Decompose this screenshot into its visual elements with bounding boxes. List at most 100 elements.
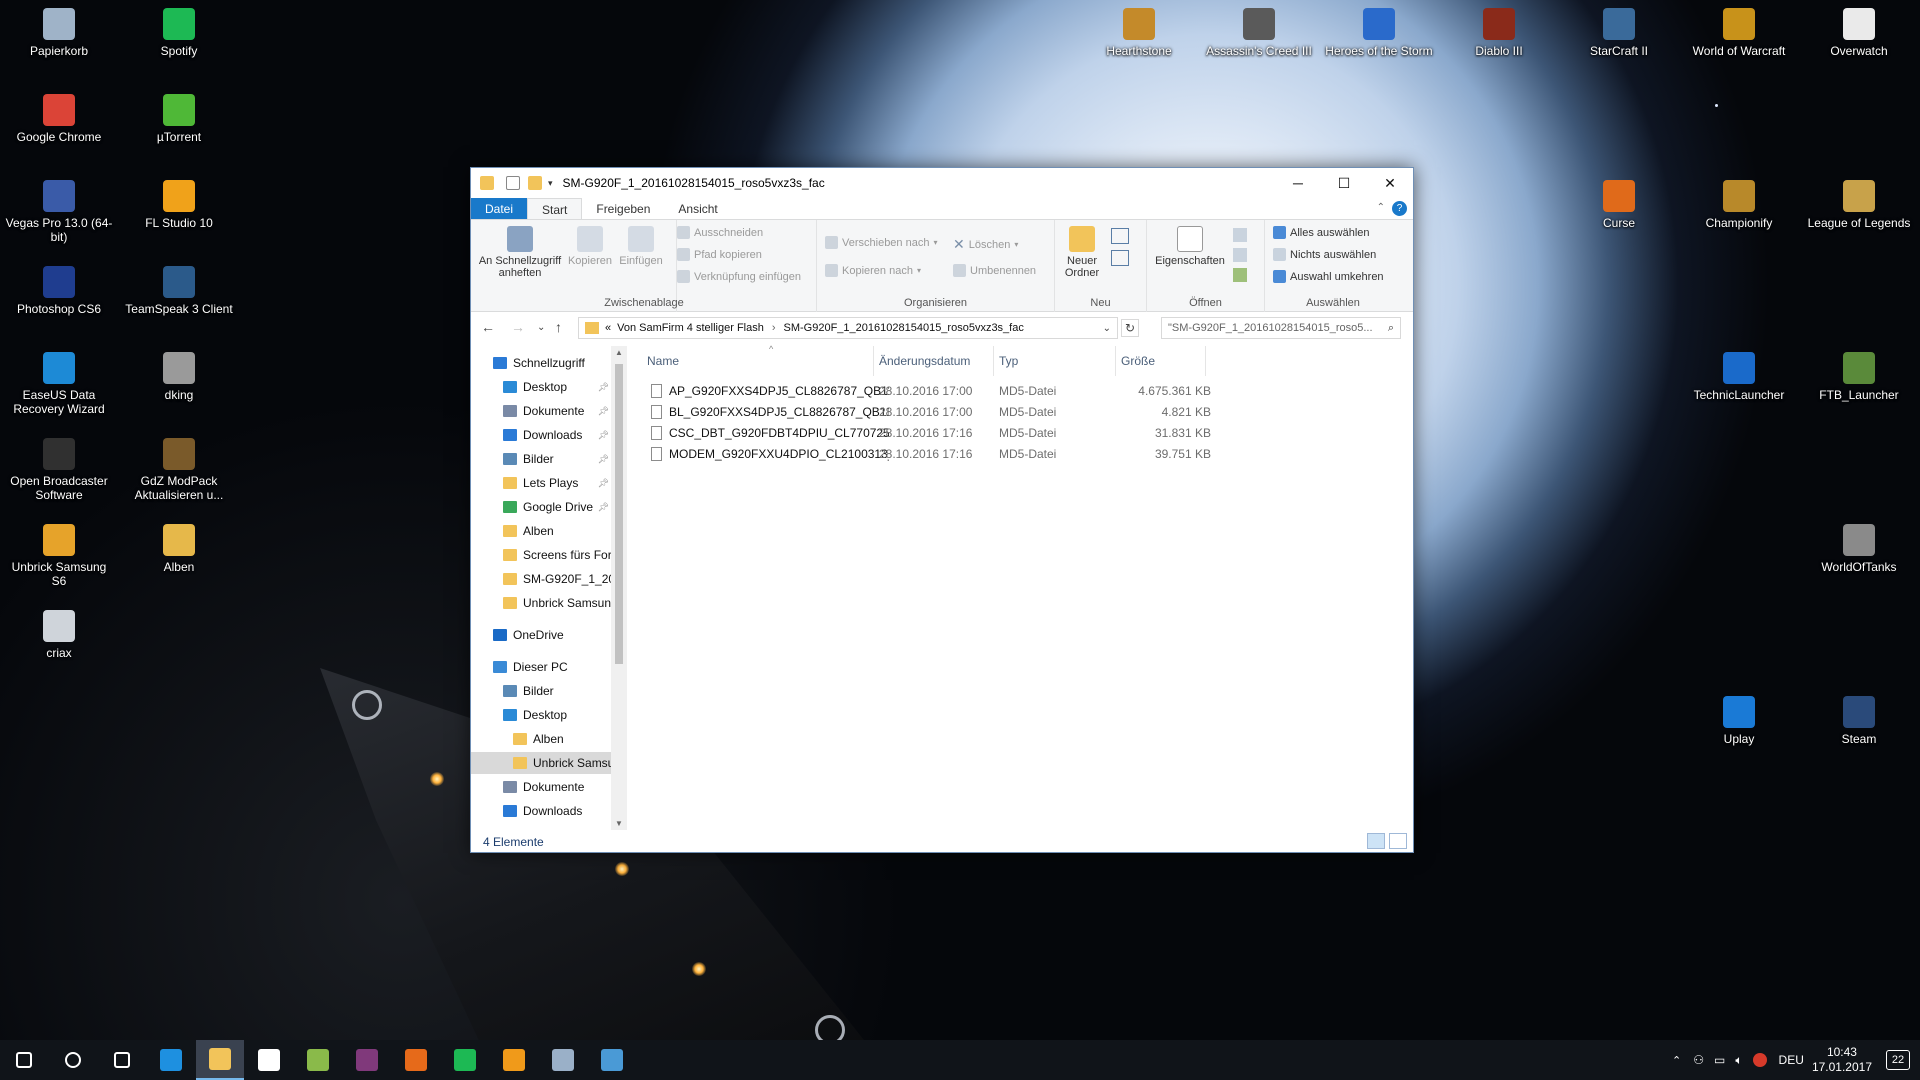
large-icons-view-icon[interactable]	[1389, 833, 1407, 849]
pin-icon[interactable]: 📌︎	[598, 382, 609, 393]
desktop-icon-open-broadcaster-software[interactable]: Open Broadcaster Software	[3, 438, 115, 502]
nav-item-desktop[interactable]: Desktop 📌︎	[471, 376, 611, 398]
copy-to-button[interactable]: Kopieren nach ▾	[825, 264, 921, 277]
scroll-down-icon[interactable]: ▼	[615, 819, 623, 828]
scroll-thumb[interactable]	[615, 364, 623, 664]
rename-button[interactable]: Umbenennen	[953, 264, 1036, 277]
taskbar-onenote[interactable]	[343, 1040, 391, 1080]
desktop-icon-championify[interactable]: Championify	[1683, 180, 1795, 230]
nav-item-dokumente[interactable]: Dokumente 📌︎	[471, 400, 611, 422]
language-indicator[interactable]: DEU	[1779, 1053, 1804, 1067]
pin-icon[interactable]: 📌︎	[598, 478, 609, 489]
navigation-scrollbar[interactable]: ▲ ▼	[611, 346, 627, 830]
desktop-icon-teamspeak-3-client[interactable]: TeamSpeak 3 Client	[123, 266, 235, 316]
paste-button[interactable]: Einfügen	[615, 226, 667, 267]
tray-expand-icon[interactable]: ⌃	[1672, 1054, 1681, 1067]
desktop-icon-dking[interactable]: dking	[123, 352, 235, 402]
desktop-icon-papierkorb[interactable]: Papierkorb	[3, 8, 115, 58]
desktop-icon-diablo-iii[interactable]: Diablo III	[1443, 8, 1555, 58]
desktop-icon-steam[interactable]: Steam	[1803, 696, 1915, 746]
nav-item-bilder[interactable]: Bilder 📌︎	[471, 448, 611, 470]
up-button[interactable]: ↑	[555, 319, 562, 335]
column-type[interactable]: Typ	[999, 354, 1018, 368]
volume-icon[interactable]: 🔈︎	[1735, 1053, 1742, 1068]
nav-item-lets-plays[interactable]: Lets Plays 📌︎	[471, 472, 611, 494]
nav-item-downloads[interactable]: Downloads	[471, 800, 611, 822]
desktop-icon-world-of-warcraft[interactable]: World of Warcraft	[1683, 8, 1795, 58]
desktop-icon-assassin-s-creed-iii[interactable]: Assassin's Creed III	[1203, 8, 1315, 58]
explorer-window[interactable]: ▾ SM-G920F_1_20161028154015_roso5vxz3s_f…	[470, 167, 1414, 853]
column-divider[interactable]	[1205, 346, 1206, 376]
move-to-button[interactable]: Verschieben nach ▾	[825, 236, 937, 249]
taskbar-flstudio[interactable]	[539, 1040, 587, 1080]
taskbar-store[interactable]	[245, 1040, 293, 1080]
desktop-icon-photoshop-cs6[interactable]: Photoshop CS6	[3, 266, 115, 316]
history-icon[interactable]	[1233, 268, 1247, 282]
nav-item-alben[interactable]: Alben	[471, 728, 611, 750]
delete-button[interactable]: ✕ Löschen ▾	[953, 236, 1018, 253]
properties-quick-icon[interactable]	[506, 176, 520, 190]
antivirus-icon[interactable]	[1752, 1053, 1767, 1067]
column-date[interactable]: Änderungsdatum	[879, 354, 970, 368]
desktop-icon-ftb-launcher[interactable]: FTB_Launcher	[1803, 352, 1915, 402]
address-dropdown-icon[interactable]: ⌄	[1103, 323, 1111, 334]
desktop-icon-gdz-modpack-aktualisieren-u[interactable]: GdZ ModPack Aktualisieren u...	[123, 438, 235, 502]
pin-icon[interactable]: 📌︎	[598, 430, 609, 441]
tab-view[interactable]: Ansicht	[664, 198, 731, 219]
nav-item-alben[interactable]: Alben	[471, 520, 611, 542]
taskbar-clock[interactable]: 10:43 17.01.2017	[1812, 1045, 1872, 1075]
taskbar-firefox[interactable]	[392, 1040, 440, 1080]
edit-icon[interactable]	[1233, 248, 1247, 262]
desktop-icon-overwatch[interactable]: Overwatch	[1803, 8, 1915, 58]
notifications-icon[interactable]: 22	[1886, 1050, 1910, 1070]
recent-locations-button[interactable]: ⌄	[537, 322, 545, 333]
file-row[interactable]: AP_G920FXXS4DPJ5_CL8826787_QB11222...28.…	[647, 380, 1219, 401]
column-divider[interactable]	[873, 346, 874, 376]
nav-item-downloads[interactable]: Downloads 📌︎	[471, 424, 611, 446]
new-folder-button[interactable]: Neuer Ordner	[1059, 226, 1105, 279]
address-bar[interactable]: « Von SamFirm 4 stelliger Flash › SM-G92…	[578, 317, 1118, 339]
taskbar-task-view[interactable]	[98, 1040, 146, 1080]
breadcrumb-overflow[interactable]: «	[605, 322, 611, 334]
taskbar-notepad[interactable]	[294, 1040, 342, 1080]
taskbar-explorer[interactable]	[196, 1040, 244, 1080]
desktop-icon-curse[interactable]: Curse	[1563, 180, 1675, 230]
taskbar-search[interactable]	[49, 1040, 97, 1080]
open-icon[interactable]	[1233, 228, 1247, 242]
forward-button[interactable]: →	[511, 319, 525, 335]
nav-item-sm-g920f-1-201[interactable]: SM-G920F_1_201	[471, 568, 622, 590]
nav-item-desktop[interactable]: Desktop	[471, 704, 611, 726]
network-icon[interactable]: ▭	[1714, 1053, 1725, 1067]
desktop-icon-uplay[interactable]: Uplay	[1683, 696, 1795, 746]
invert-selection-button[interactable]: Auswahl umkehren	[1273, 270, 1384, 283]
file-row[interactable]: MODEM_G920FXXU4DPIO_CL2100313_Q...28.10.…	[647, 443, 1219, 464]
taskbar-edge[interactable]	[147, 1040, 195, 1080]
desktop-icon-easeus-data-recovery-wizard[interactable]: EaseUS Data Recovery Wizard	[3, 352, 115, 416]
column-divider[interactable]	[1115, 346, 1116, 376]
column-size[interactable]: Größe	[1121, 354, 1155, 368]
nav-item-unbrick-samsu[interactable]: Unbrick Samsu	[471, 752, 614, 774]
desktop-icon-google-chrome[interactable]: Google Chrome	[3, 94, 115, 144]
desktop-icon-heroes-of-the-storm[interactable]: Heroes of the Storm	[1323, 8, 1435, 58]
help-icon[interactable]: ?	[1392, 201, 1407, 216]
desktop-icon-spotify[interactable]: Spotify	[123, 8, 235, 58]
close-button[interactable]: ✕	[1367, 168, 1413, 198]
collapse-ribbon-icon[interactable]: ⌃	[1377, 202, 1385, 213]
file-row[interactable]: BL_G920FXXS4DPJ5_CL8826787_QB11222...28.…	[647, 401, 1219, 422]
taskbar-start[interactable]	[0, 1040, 48, 1080]
tab-start[interactable]: Start	[527, 198, 583, 219]
desktop-icon-starcraft-ii[interactable]: StarCraft II	[1563, 8, 1675, 58]
details-view-icon[interactable]	[1367, 833, 1385, 849]
desktop-icon-techniclauncher[interactable]: TechnicLauncher	[1683, 352, 1795, 402]
breadcrumb-item[interactable]: SM-G920F_1_20161028154015_roso5vxz3s_fac	[784, 322, 1024, 334]
pin-quick-access-button[interactable]: An Schnellzugriff anheften	[475, 226, 565, 279]
nav-item-google-drive[interactable]: Google Drive 📌︎	[471, 496, 611, 518]
desktop-icon-vegas-pro-13-0-64-bit[interactable]: Vegas Pro 13.0 (64-bit)	[3, 180, 115, 244]
search-input[interactable]: "SM-G920F_1_20161028154015_roso5... ⌕	[1161, 317, 1401, 339]
back-button[interactable]: ←	[481, 319, 495, 335]
desktop-icon--torrent[interactable]: µTorrent	[123, 94, 235, 144]
pin-icon[interactable]: 📌︎	[598, 406, 609, 417]
nav-item-dieser-pc[interactable]: Dieser PC	[471, 656, 611, 678]
user-icon[interactable]: ⚇	[1693, 1053, 1704, 1067]
desktop-icon-unbrick-samsung-s6[interactable]: Unbrick Samsung S6	[3, 524, 115, 588]
